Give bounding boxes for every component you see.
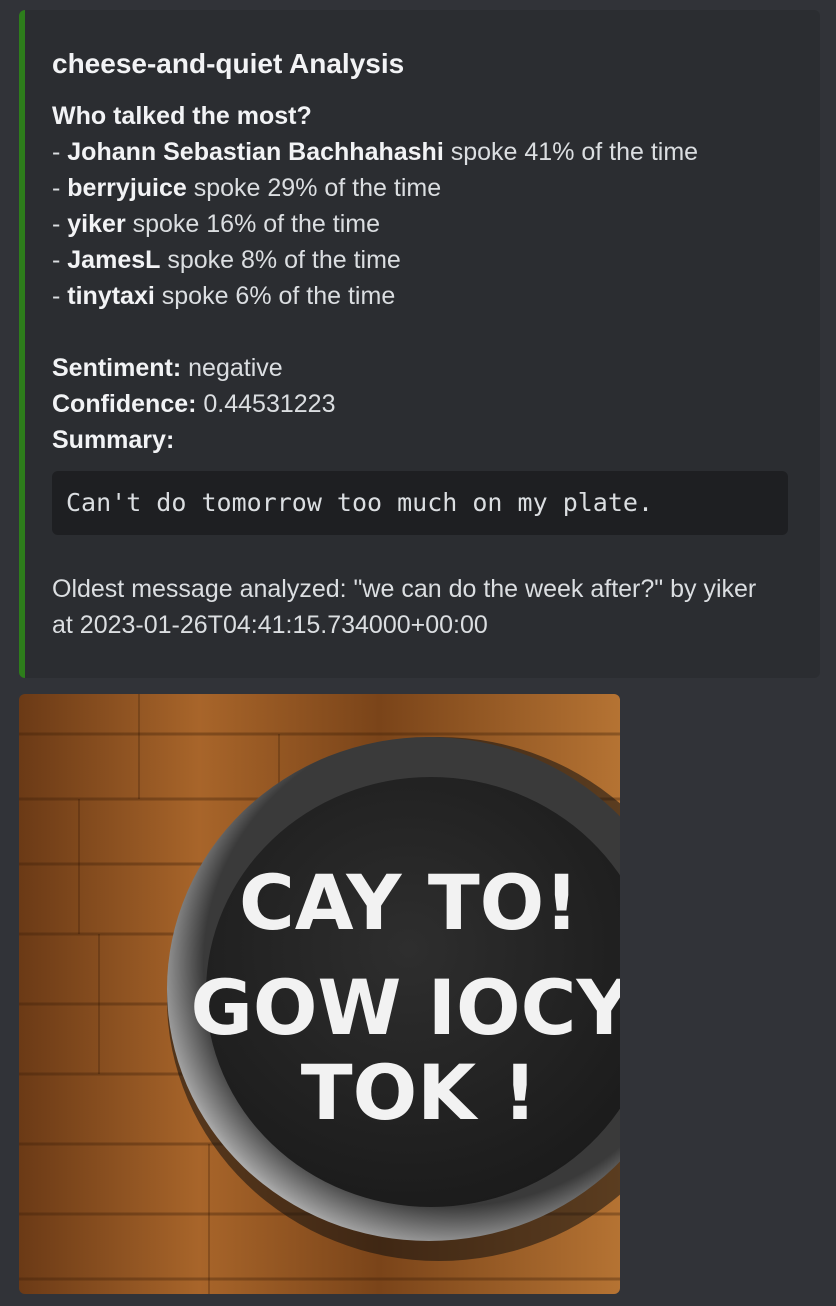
- embed-title: cheese-and-quiet Analysis: [52, 48, 405, 79]
- speaker-name: JamesL: [67, 246, 161, 274]
- svg-text:GOW IOCY: GOW IOCY: [191, 963, 620, 1052]
- summary-codeblock: Can't do tomorrow too much on my plate.: [52, 471, 788, 535]
- speaker-name: yiker: [67, 210, 126, 238]
- confidence-label: Confidence:: [52, 390, 197, 418]
- sentiment-value: negative: [181, 354, 283, 382]
- sentiment-label: Sentiment:: [52, 354, 182, 382]
- analysis-embed: cheese-and-quiet Analysis Who talked the…: [19, 10, 820, 678]
- speaker-line: - berryjuice spoke 29% of the time: [52, 174, 442, 202]
- plate-image-drawing: CAY TO! GOW IOCY TOK !: [19, 694, 620, 1294]
- plate-image[interactable]: CAY TO! GOW IOCY TOK !: [19, 694, 620, 1294]
- who-heading: Who talked the most?: [52, 102, 312, 130]
- speaker-line: - tinytaxi spoke 6% of the time: [52, 282, 396, 310]
- speaker-name: tinytaxi: [67, 282, 155, 310]
- svg-text:TOK !: TOK !: [301, 1048, 537, 1137]
- speaker-name: berryjuice: [67, 174, 187, 202]
- speaker-line: - Johann Sebastian Bachhahashi spoke 41%…: [52, 138, 699, 166]
- speaker-name: Johann Sebastian Bachhahashi: [67, 138, 444, 166]
- summary-label: Summary:: [52, 426, 175, 454]
- sentiment-line: Sentiment: negative: [52, 350, 788, 386]
- oldest-message: Oldest message analyzed: "we can do the …: [52, 575, 757, 639]
- confidence-value: 0.44531223: [196, 390, 336, 418]
- svg-text:CAY TO!: CAY TO!: [239, 858, 579, 947]
- speaker-line: - JamesL spoke 8% of the time: [52, 246, 401, 274]
- confidence-line: Confidence: 0.44531223: [52, 386, 788, 422]
- speaker-line: - yiker spoke 16% of the time: [52, 210, 380, 238]
